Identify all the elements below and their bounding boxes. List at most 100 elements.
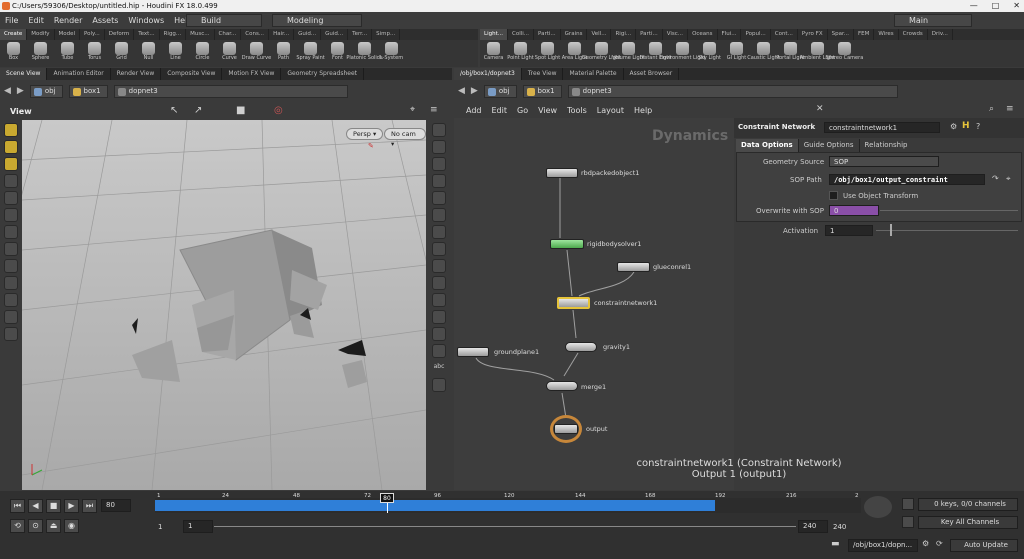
handle-icon[interactable] xyxy=(4,327,18,341)
snap-icon[interactable]: ■ xyxy=(236,105,245,116)
tool-null[interactable]: Null xyxy=(135,40,162,67)
lock-icon[interactable] xyxy=(4,191,18,205)
auto-update-menu[interactable]: Auto Update xyxy=(950,539,1018,552)
scene-viewport[interactable]: Persp ▾ No cam ▾ ✎ xyxy=(22,120,426,490)
pane-tab-1[interactable]: Animation Editor xyxy=(47,68,111,80)
handle-tool-icon[interactable]: ↗ xyxy=(194,105,202,116)
tool-curve[interactable]: Curve xyxy=(216,40,243,67)
shelf-tab-11[interactable]: Guid... xyxy=(294,29,322,40)
magnet-icon[interactable] xyxy=(4,276,18,290)
breadcrumb-obj[interactable]: obj xyxy=(29,84,63,98)
rotate-icon[interactable] xyxy=(4,225,18,239)
lighting-icon[interactable] xyxy=(432,140,446,154)
net-menu-layout[interactable]: Layout xyxy=(597,106,624,115)
tool-circle[interactable]: Circle xyxy=(189,40,216,67)
maximize-button[interactable]: □ xyxy=(992,0,1000,12)
pane-tab-3[interactable]: Composite View xyxy=(161,68,223,80)
shelf-tab-4[interactable]: Deform xyxy=(105,29,135,40)
pencil-icon[interactable] xyxy=(432,259,446,273)
modeling-desktop-button[interactable]: Modeling xyxy=(272,14,362,27)
shelf-tab-14[interactable]: Simp... xyxy=(372,29,401,40)
shelf-tab-11[interactable]: Cont... xyxy=(771,29,798,40)
shading-icon[interactable] xyxy=(432,208,446,222)
cook-icon[interactable]: ⚙ xyxy=(922,539,929,548)
net-menu-help[interactable]: Help xyxy=(634,106,652,115)
node-rbdpackedobject1[interactable] xyxy=(546,168,578,178)
pane-tab-0[interactable]: /obj/box1/dopnet3 xyxy=(454,68,522,80)
record-icon[interactable]: ◎ xyxy=(274,105,283,116)
realtime-toggle-icon[interactable]: ⟲ xyxy=(10,519,25,533)
pane-tab-4[interactable]: Motion FX View xyxy=(222,68,282,80)
refresh-icon[interactable]: ⟳ xyxy=(936,539,943,548)
shelf-tab-13[interactable]: Spar... xyxy=(828,29,854,40)
tool-caustic-light[interactable]: Caustic Light xyxy=(747,40,780,67)
breadcrumb-box1[interactable]: box1 xyxy=(522,84,562,98)
help-icon[interactable]: ? xyxy=(976,122,980,131)
pin-icon[interactable]: ⌖ xyxy=(410,105,415,115)
camera-menu[interactable]: No cam ▾ xyxy=(384,128,426,148)
points-mode-icon[interactable] xyxy=(4,140,18,154)
tool-camera[interactable]: Camera xyxy=(480,40,507,67)
node-glueconrel1[interactable] xyxy=(617,262,650,272)
forward-arrow-icon[interactable]: ▶ xyxy=(471,86,478,96)
loop-icon[interactable]: ⊙ xyxy=(28,519,43,533)
range-slider[interactable] xyxy=(214,526,796,527)
node-name-field[interactable]: constraintnetwork1 xyxy=(824,122,940,133)
gear-icon[interactable]: ⚙ xyxy=(950,122,957,131)
pose-icon[interactable] xyxy=(4,259,18,273)
menu-edit[interactable]: Edit xyxy=(23,16,49,25)
menu-file[interactable]: File xyxy=(0,16,23,25)
node-chooser-icon[interactable]: ⌖ xyxy=(1006,174,1011,184)
node-constraintnetwork1[interactable] xyxy=(557,297,590,309)
tool-line[interactable]: Line xyxy=(162,40,189,67)
tool-ambient-light[interactable]: Ambient Light xyxy=(800,40,835,67)
range-end-field[interactable]: 240 xyxy=(798,520,828,533)
tool-torus[interactable]: Torus xyxy=(81,40,108,67)
scale-icon[interactable] xyxy=(4,242,18,256)
shelf-tab-10[interactable]: Popul... xyxy=(741,29,771,40)
ghost-icon[interactable] xyxy=(432,157,446,171)
shelf-tab-13[interactable]: Terr... xyxy=(348,29,373,40)
tool-platonic-solids[interactable]: Platonic Solids xyxy=(346,40,383,67)
transform-icon[interactable] xyxy=(4,208,18,222)
network-editor[interactable]: Dynamics rbdpackedobject1 rigidbodysolve… xyxy=(454,118,734,490)
sop-path-field[interactable]: /obj/box1/output_constraint xyxy=(829,174,985,185)
tool-tube[interactable]: Tube xyxy=(54,40,81,67)
audio-dial[interactable] xyxy=(864,496,892,518)
shelf-tab-6[interactable]: Rigg... xyxy=(160,29,187,40)
menu-render[interactable]: Render xyxy=(49,16,87,25)
sound-icon[interactable]: ⏏ xyxy=(46,519,61,533)
playhead-frame[interactable]: 80 xyxy=(380,493,394,503)
build-desktop-button[interactable]: Build xyxy=(186,14,262,27)
breadcrumb-dopnet3[interactable]: dopnet3 xyxy=(567,84,898,98)
activation-slider-handle[interactable] xyxy=(890,224,892,236)
shelf-tab-9[interactable]: Cons... xyxy=(241,29,270,40)
wrench-icon[interactable]: ✕ xyxy=(816,104,824,114)
net-menu-go[interactable]: Go xyxy=(517,106,528,115)
shelf-tab-12[interactable]: Pyro FX xyxy=(798,29,828,40)
pane-tab-2[interactable]: Material Palette xyxy=(563,68,624,80)
node-merge1[interactable] xyxy=(546,381,578,391)
breadcrumb-obj[interactable]: obj xyxy=(483,84,517,98)
net-menu-edit[interactable]: Edit xyxy=(492,106,508,115)
stop-icon[interactable]: ■ xyxy=(46,499,61,513)
back-arrow-icon[interactable]: ◀ xyxy=(458,86,465,96)
overwrite-field[interactable]: 0 xyxy=(829,205,879,216)
tool-environment-light[interactable]: Environment Light xyxy=(660,40,706,67)
point-display-icon[interactable] xyxy=(432,225,446,239)
jump-to-node-icon[interactable]: ↷ xyxy=(992,174,999,183)
tool-font[interactable]: Font xyxy=(324,40,351,67)
menu-windows[interactable]: Windows xyxy=(123,16,169,25)
pointer-tool-icon[interactable] xyxy=(4,174,18,188)
perspective-menu[interactable]: Persp ▾ xyxy=(346,128,384,140)
net-menu-add[interactable]: Add xyxy=(466,106,482,115)
play-icon[interactable]: ▶ xyxy=(64,499,79,513)
node-output[interactable] xyxy=(554,424,578,434)
net-menu-view[interactable]: View xyxy=(538,106,557,115)
select-mode-icon[interactable] xyxy=(4,123,18,137)
tool-draw-curve[interactable]: Draw Curve xyxy=(242,40,271,67)
tool-distant-light[interactable]: Distant Light xyxy=(639,40,672,67)
pane-tab-0[interactable]: Scene View xyxy=(0,68,48,80)
step-back-icon[interactable]: ◀ xyxy=(28,499,43,513)
shelf-tab-6[interactable]: Parti... xyxy=(636,29,663,40)
